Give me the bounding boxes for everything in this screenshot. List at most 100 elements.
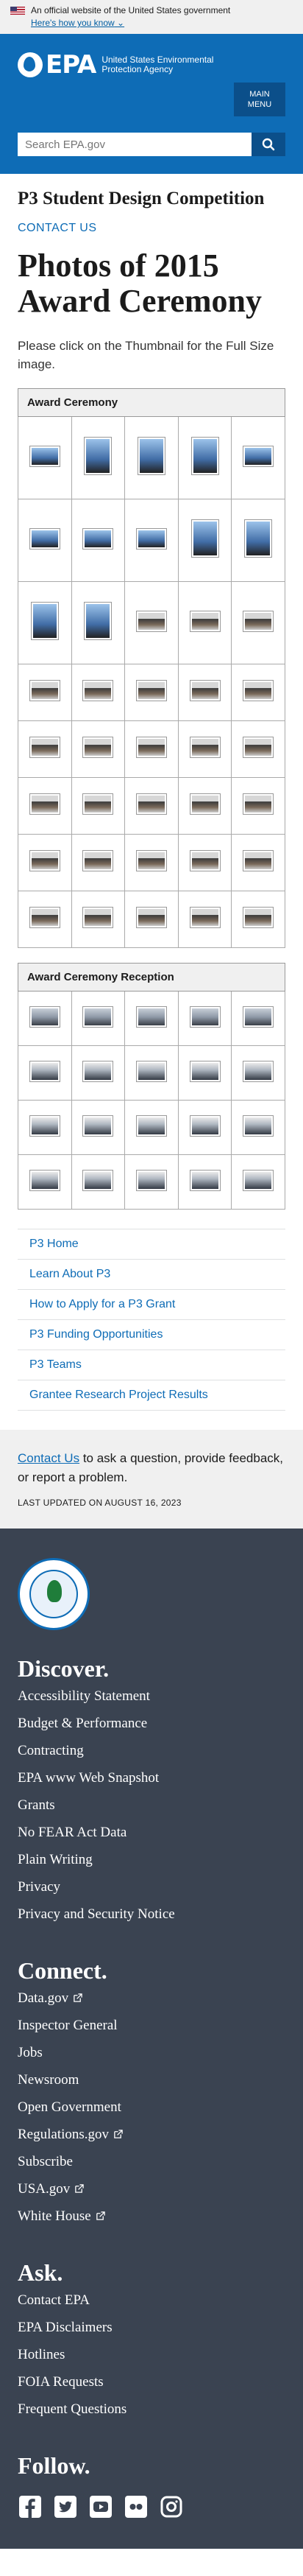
photo-thumbnail[interactable]: [83, 908, 113, 927]
footer-link-newsroom[interactable]: Newsroom: [18, 2066, 285, 2094]
facebook-icon[interactable]: [18, 2494, 43, 2519]
epa-seal-icon[interactable]: [18, 1558, 90, 1630]
photo-thumbnail[interactable]: [136, 1061, 166, 1081]
photo-thumbnail[interactable]: [83, 1061, 113, 1081]
heres-how-you-know-link[interactable]: Here's how you know ⌄: [31, 18, 124, 28]
photo-thumbnail[interactable]: [83, 1006, 113, 1027]
subnav-item-learn-about-p3[interactable]: Learn About P3: [18, 1260, 285, 1290]
subnav-item-p3-teams[interactable]: P3 Teams: [18, 1350, 285, 1380]
photo-thumbnail[interactable]: [243, 908, 274, 927]
instagram-icon[interactable]: [159, 2494, 184, 2519]
photo-thumbnail[interactable]: [243, 851, 274, 871]
footer-link-open-government[interactable]: Open Government: [18, 2094, 285, 2121]
photo-thumbnail[interactable]: [136, 1006, 166, 1027]
footer-link-white-house[interactable]: White House: [18, 2203, 285, 2230]
photo-thumbnail[interactable]: [243, 1170, 274, 1190]
photo-thumbnail[interactable]: [29, 1170, 60, 1190]
photo-thumbnail[interactable]: [83, 794, 113, 814]
footer-link-regulations-gov[interactable]: Regulations.gov: [18, 2121, 285, 2148]
subnav-item-p3-home[interactable]: P3 Home: [18, 1229, 285, 1260]
photo-thumbnail[interactable]: [243, 1115, 274, 1136]
photo-thumbnail[interactable]: [243, 681, 274, 701]
photo-thumbnail[interactable]: [29, 908, 60, 927]
footer-link-data-gov[interactable]: Data.gov: [18, 1984, 285, 2012]
photo-thumbnail[interactable]: [136, 611, 166, 631]
footer-link-usa-gov[interactable]: USA.gov: [18, 2175, 285, 2203]
photo-thumbnail[interactable]: [29, 794, 60, 814]
photo-thumbnail[interactable]: [29, 1061, 60, 1081]
footer-link-foia[interactable]: FOIA Requests: [18, 2368, 285, 2396]
photo-thumbnail[interactable]: [29, 528, 60, 549]
photo-thumbnail[interactable]: [190, 681, 220, 701]
photo-thumbnail[interactable]: [136, 1115, 166, 1136]
photo-thumbnail[interactable]: [190, 737, 220, 757]
photo-thumbnail[interactable]: [83, 1115, 113, 1136]
photo-thumbnail[interactable]: [83, 737, 113, 757]
photo-thumbnail[interactable]: [191, 438, 218, 474]
subnav-item-funding-opportunities[interactable]: P3 Funding Opportunities: [18, 1320, 285, 1350]
photo-thumbnail[interactable]: [29, 681, 60, 701]
search-input[interactable]: [18, 133, 252, 156]
photo-thumbnail[interactable]: [190, 794, 220, 814]
photo-thumbnail[interactable]: [190, 611, 220, 631]
photo-thumbnail[interactable]: [136, 794, 166, 814]
search-button[interactable]: [252, 133, 285, 156]
photo-thumbnail[interactable]: [29, 1115, 60, 1136]
photo-thumbnail[interactable]: [190, 1006, 220, 1027]
contact-us-footer-link[interactable]: Contact Us: [18, 1451, 79, 1465]
photo-thumbnail[interactable]: [190, 1115, 220, 1136]
photo-thumbnail[interactable]: [190, 908, 220, 927]
photo-thumbnail[interactable]: [31, 603, 58, 639]
photo-thumbnail[interactable]: [138, 438, 165, 474]
footer-link-accessibility[interactable]: Accessibility Statement: [18, 1682, 285, 1710]
photo-thumbnail[interactable]: [83, 1170, 113, 1190]
main-menu-button[interactable]: MAIN MENU: [234, 83, 285, 116]
photo-thumbnail[interactable]: [136, 908, 166, 927]
footer-link-contracting[interactable]: Contracting: [18, 1737, 285, 1764]
photo-thumbnail[interactable]: [243, 611, 274, 631]
photo-thumbnail[interactable]: [136, 737, 166, 757]
photo-thumbnail[interactable]: [136, 851, 166, 871]
photo-thumbnail[interactable]: [243, 1006, 274, 1027]
photo-thumbnail[interactable]: [85, 438, 112, 474]
photo-thumbnail[interactable]: [29, 737, 60, 757]
photo-thumbnail[interactable]: [83, 851, 113, 871]
photo-thumbnail[interactable]: [190, 1061, 220, 1081]
photo-thumbnail[interactable]: [29, 446, 60, 466]
footer-link-no-fear[interactable]: No FEAR Act Data: [18, 1819, 285, 1846]
footer-link-inspector-general[interactable]: Inspector General: [18, 2012, 285, 2039]
footer-link-budget[interactable]: Budget & Performance: [18, 1710, 285, 1737]
footer-link-jobs[interactable]: Jobs: [18, 2039, 285, 2066]
photo-thumbnail[interactable]: [136, 528, 166, 549]
photo-thumbnail[interactable]: [190, 1170, 220, 1190]
footer-link-contact-epa[interactable]: Contact EPA: [18, 2287, 285, 2314]
subnav-item-how-to-apply[interactable]: How to Apply for a P3 Grant: [18, 1290, 285, 1320]
photo-thumbnail[interactable]: [190, 851, 220, 871]
photo-thumbnail[interactable]: [83, 528, 113, 549]
footer-link-plain-writing[interactable]: Plain Writing: [18, 1846, 285, 1873]
epa-logo[interactable]: EPA United States Environmental Protecti…: [18, 50, 285, 80]
footer-link-faq[interactable]: Frequent Questions: [18, 2396, 285, 2423]
twitter-icon[interactable]: [53, 2494, 78, 2519]
subnav-item-grantee-results[interactable]: Grantee Research Project Results: [18, 1380, 285, 1411]
photo-thumbnail[interactable]: [245, 520, 272, 557]
footer-link-subscribe[interactable]: Subscribe: [18, 2148, 285, 2175]
flickr-icon[interactable]: [124, 2494, 149, 2519]
footer-link-privacy-security[interactable]: Privacy and Security Notice: [18, 1901, 285, 1928]
footer-link-web-snapshot[interactable]: EPA www Web Snapshot: [18, 1764, 285, 1791]
photo-thumbnail[interactable]: [83, 681, 113, 701]
footer-link-privacy[interactable]: Privacy: [18, 1873, 285, 1901]
photo-thumbnail[interactable]: [29, 851, 60, 871]
contact-us-link[interactable]: CONTACT US: [18, 222, 285, 235]
footer-link-grants[interactable]: Grants: [18, 1791, 285, 1819]
footer-link-hotlines[interactable]: Hotlines: [18, 2341, 285, 2368]
footer-link-disclaimers[interactable]: EPA Disclaimers: [18, 2314, 285, 2341]
photo-thumbnail[interactable]: [136, 681, 166, 701]
photo-thumbnail[interactable]: [243, 794, 274, 814]
photo-thumbnail[interactable]: [243, 446, 274, 466]
photo-thumbnail[interactable]: [243, 1061, 274, 1081]
photo-thumbnail[interactable]: [136, 1170, 166, 1190]
photo-thumbnail[interactable]: [243, 737, 274, 757]
photo-thumbnail[interactable]: [85, 603, 112, 639]
photo-thumbnail[interactable]: [29, 1006, 60, 1027]
